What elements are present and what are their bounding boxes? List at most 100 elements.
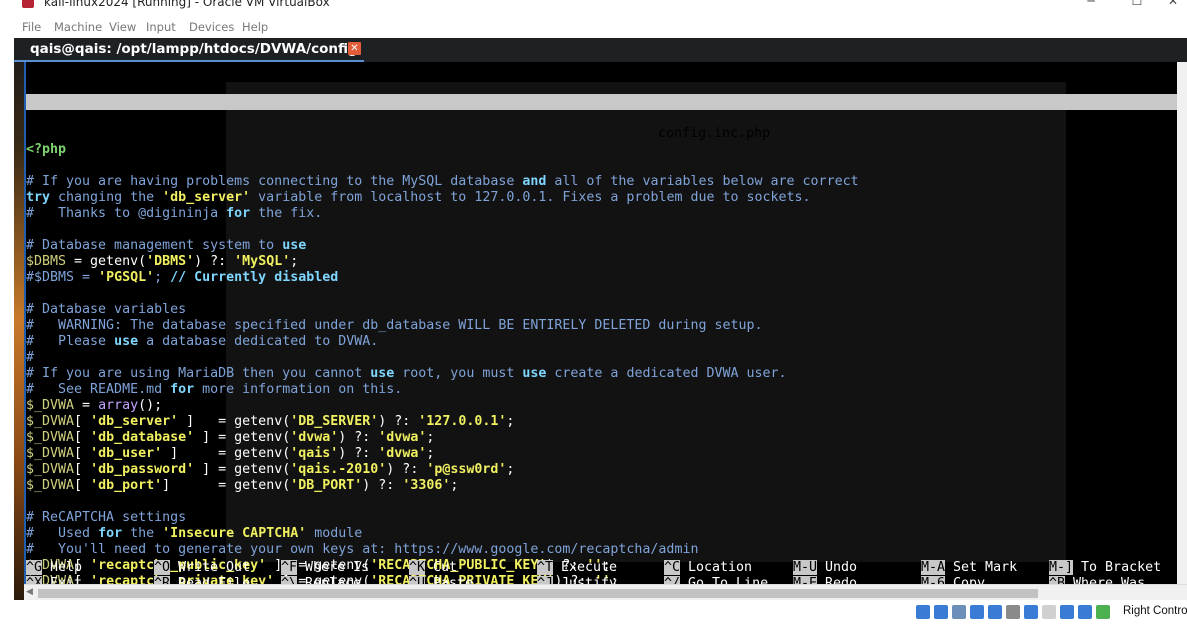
shortcut-label: To Bracket [1073, 560, 1162, 575]
code-token: the [122, 526, 163, 541]
code-token: 'MySQL' [234, 254, 291, 269]
scroll-left-icon[interactable]: ◀ [26, 587, 33, 597]
code-token: # You'll need to generate your own keys … [26, 542, 699, 557]
shared-folder-icon[interactable] [1006, 605, 1020, 619]
code-line[interactable] [26, 494, 1186, 510]
terminal-tab-title[interactable]: qais@qais: /opt/lampp/htdocs/DVWA/config [24, 38, 364, 62]
mouse-integration-icon[interactable] [1078, 605, 1092, 619]
menu-devices[interactable]: Devices [189, 20, 234, 34]
minimize-icon[interactable]: ─ [1076, 0, 1106, 8]
code-line[interactable]: <?php [26, 142, 1186, 158]
host-key-label: Right Control [1123, 605, 1187, 617]
code-line[interactable]: # WARNING: The database specified under … [26, 318, 1186, 334]
shortcut-key: M-] [1049, 560, 1074, 575]
vm-horizontal-scrollbar[interactable]: ◀ [24, 584, 1187, 600]
code-token: ) ?: [378, 414, 419, 429]
code-line[interactable]: # Thanks to @digininja for the fix. [26, 206, 1186, 222]
network-icon[interactable] [970, 605, 984, 619]
shortcut-key: ^F [281, 560, 298, 575]
code-line[interactable]: $_DVWA[ 'db_port'] = getenv('DB_PORT') ?… [26, 478, 1186, 494]
menu-help[interactable]: Help [242, 20, 268, 34]
menu-view[interactable]: View [109, 20, 136, 34]
code-token: ; [426, 446, 435, 461]
code-token: ] = getenv( [178, 414, 291, 429]
recording-icon[interactable] [1042, 605, 1056, 619]
shortcut-label: Execute [553, 560, 618, 575]
hdd-icon[interactable] [916, 605, 930, 619]
arrow-down-icon[interactable] [1096, 605, 1110, 619]
code-line[interactable]: # ReCAPTCHA settings [26, 510, 1186, 526]
vm-vertical-scrollbar[interactable] [1177, 62, 1187, 584]
code-token: 'PGSQL' [98, 270, 155, 285]
terminal-body[interactable]: GNU nano 8.3 config.inc.php <?php # If yo… [24, 62, 1187, 584]
code-token: $_DVWA [26, 414, 75, 429]
code-line[interactable]: # Used for the 'Insecure CAPTCHA' module [26, 526, 1186, 542]
code-area[interactable]: <?php # If you are having problems connec… [26, 142, 1186, 584]
nano-version: GNU nano 8.3 [42, 110, 139, 125]
code-line[interactable]: #$DBMS = 'PGSQL'; // Currently disabled [26, 270, 1186, 286]
code-line[interactable]: # See README.md for more information on … [26, 382, 1186, 398]
shortcut-key: M-E [793, 576, 818, 584]
code-token: 'DB_PORT' [290, 478, 363, 493]
code-line[interactable] [26, 222, 1186, 238]
code-token: ; [290, 254, 299, 269]
code-token: ) ?: [362, 478, 403, 493]
shortcut-label: Where Was [1065, 576, 1146, 584]
code-line[interactable]: $_DVWA[ 'db_server' ] = getenv('DB_SERVE… [26, 414, 1186, 430]
code-token: #$DBMS = [26, 270, 99, 285]
shortcut-redo: M-E Redo [793, 576, 857, 584]
shortcut-label: Cut [425, 560, 458, 575]
code-token: # Database variables [26, 302, 187, 317]
cpu-icon[interactable] [1060, 605, 1074, 619]
nano-filename: config.inc.php [658, 126, 771, 141]
code-line[interactable]: $_DVWA = array(); [26, 398, 1186, 414]
code-line[interactable]: # If you are using MariaDB then you cann… [26, 366, 1186, 382]
code-line[interactable]: $DBMS = getenv('DBMS') ?: 'MySQL'; [26, 254, 1186, 270]
shortcut-go-to-line: ^/ Go To Line [664, 576, 768, 584]
usb-icon[interactable] [988, 605, 1002, 619]
code-line[interactable]: $_DVWA[ 'db_user' ] = getenv('qais') ?: … [26, 446, 1186, 462]
code-token: $_DVWA [26, 462, 75, 477]
close-icon[interactable]: ✕ [1158, 0, 1187, 8]
code-line[interactable]: # [26, 350, 1186, 366]
menu-machine[interactable]: Machine [54, 20, 102, 34]
code-line[interactable]: # If you are having problems connecting … [26, 174, 1186, 190]
code-line[interactable]: # You'll need to generate your own keys … [26, 542, 1186, 558]
menu-input[interactable]: Input [146, 20, 176, 34]
nano-editor[interactable]: GNU nano 8.3 config.inc.php <?php # If yo… [26, 62, 1186, 584]
display-icon[interactable] [1024, 605, 1038, 619]
code-token: [ [74, 430, 91, 445]
shortcut-key: ^/ [664, 576, 681, 584]
code-line[interactable]: # Please use a database dedicated to DVW… [26, 334, 1186, 350]
code-token: use [370, 366, 395, 381]
code-token: [ [74, 462, 91, 477]
code-token: # See README.md [26, 382, 171, 397]
vbox-titlebar: kali-linux2024 [Running] - Oracle VM Vir… [0, 0, 1187, 14]
code-line[interactable]: try changing the 'db_server' variable fr… [26, 190, 1186, 206]
audio-icon[interactable] [952, 605, 966, 619]
maximize-icon[interactable]: ☐ [1122, 0, 1152, 8]
tab-close-icon[interactable]: ✕ [348, 42, 361, 55]
shortcut-write-out: ^O Write Out [154, 560, 250, 576]
code-line[interactable]: # Database management system to use [26, 238, 1186, 254]
code-token: 'dvwa' [290, 430, 339, 445]
code-token: 'db_database' [90, 430, 195, 445]
vbox-statusbar: Right Control [0, 600, 1187, 625]
scrollbar-thumb[interactable] [38, 589, 1038, 598]
shortcut-label: Undo [817, 560, 858, 575]
code-line[interactable]: # Database variables [26, 302, 1186, 318]
code-token: <?php [26, 142, 67, 157]
menu-file[interactable]: File [22, 20, 41, 34]
shortcut-execute: ^T Execute [537, 560, 617, 576]
code-token: 'db_server' [162, 190, 251, 205]
shortcut-key: ^O [154, 560, 171, 575]
code-line[interactable]: $_DVWA[ 'db_password' ] = getenv('qais.-… [26, 462, 1186, 478]
code-token: 'qais' [290, 446, 339, 461]
code-line[interactable]: $_DVWA[ 'db_database' ] = getenv('dvwa')… [26, 430, 1186, 446]
shortcut-copy: M-6 Copy [921, 576, 985, 584]
code-token: // Currently disabled [170, 270, 339, 285]
code-line[interactable] [26, 286, 1186, 302]
code-token: [ [74, 478, 91, 493]
optical-drive-icon[interactable] [934, 605, 948, 619]
code-line[interactable] [26, 158, 1186, 174]
